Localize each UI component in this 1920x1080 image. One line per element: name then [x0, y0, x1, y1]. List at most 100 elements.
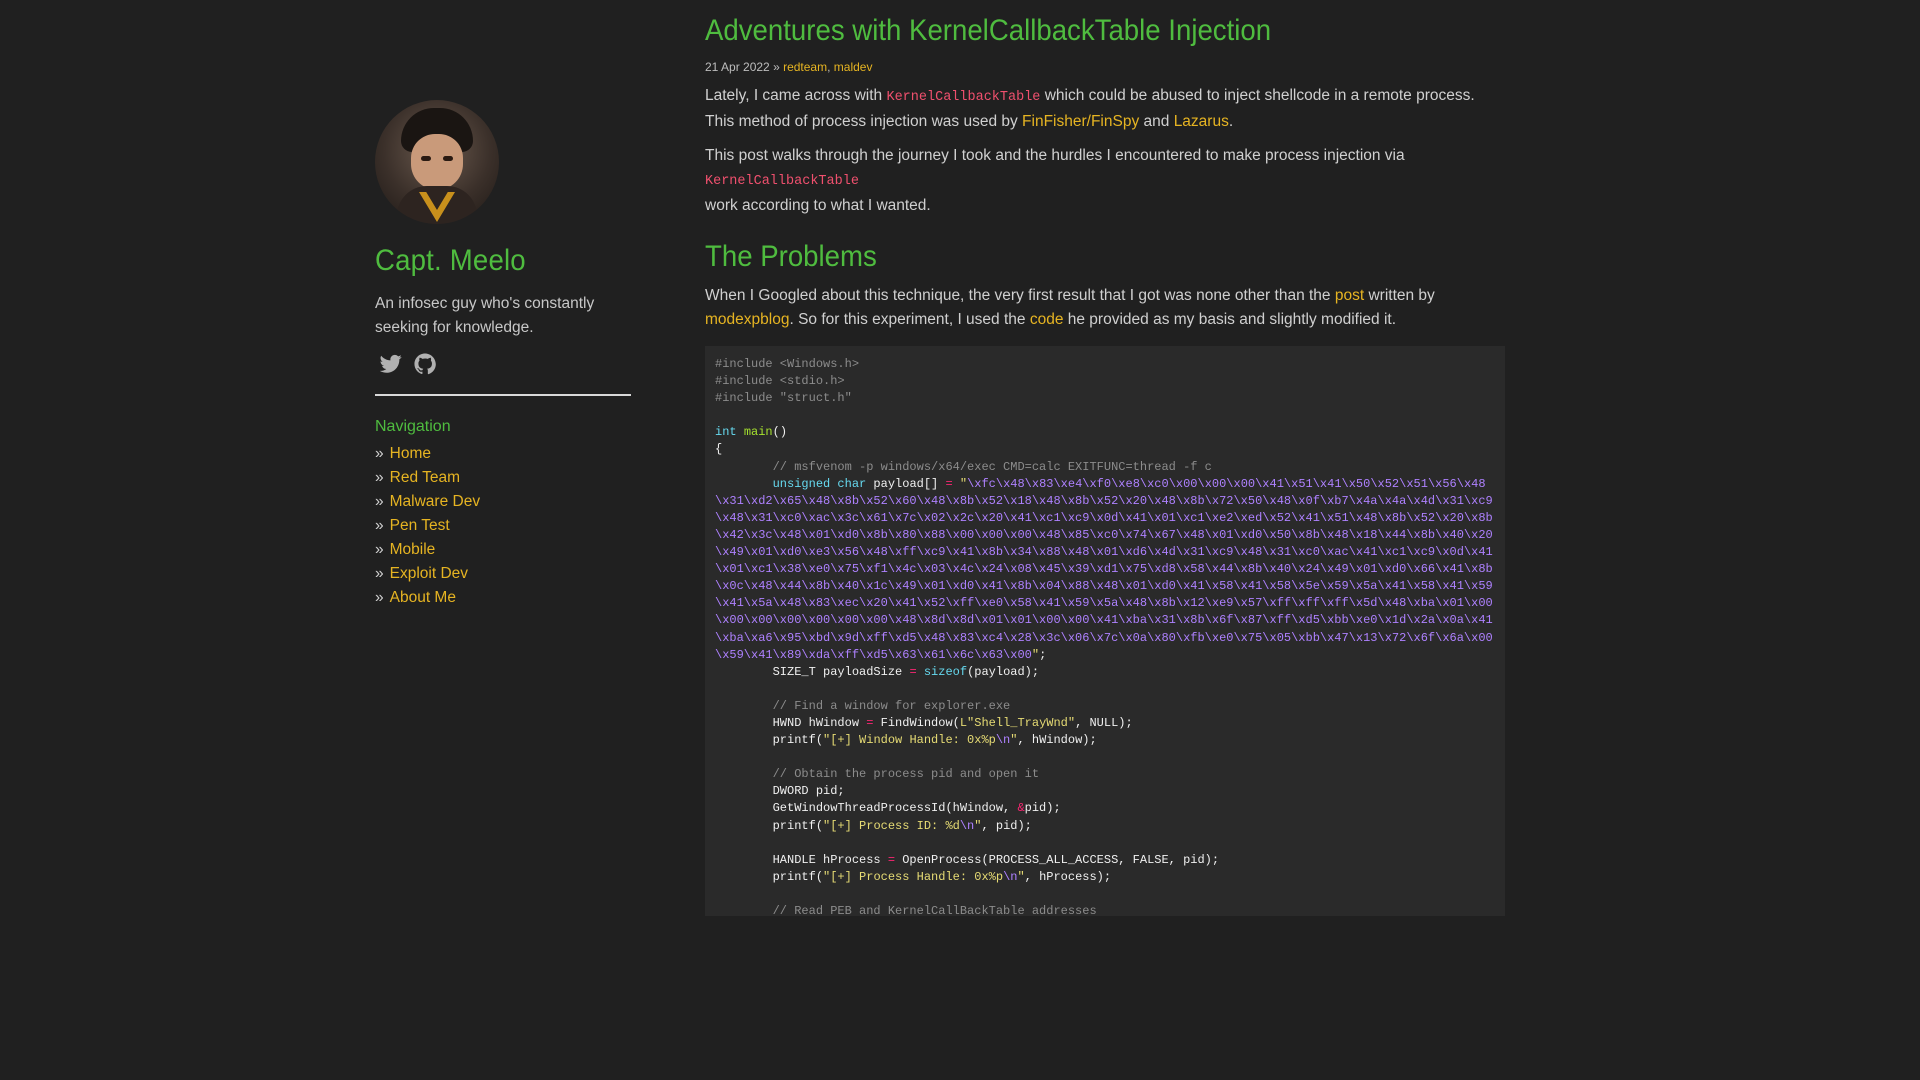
code-token: main [743, 425, 773, 440]
tag-link-redteam[interactable]: redteam [783, 60, 827, 74]
code-token: HWND hWindow [715, 715, 867, 730]
code-token: , hWindow); [1017, 733, 1097, 748]
nav-item-malware-dev: » Malware Dev [375, 493, 481, 510]
site-title[interactable]: Capt. Meelo [375, 244, 611, 278]
code-token: printf( [715, 869, 824, 884]
post-date: 21 Apr 2022 [705, 60, 770, 74]
code-block[interactable]: #include <Windows.h> #include <stdio.h> #i… [705, 346, 1505, 916]
code-token: FindWindow( [873, 715, 960, 730]
code-token: #include "struct.h" [715, 391, 852, 406]
nav-heading: Navigation [375, 418, 451, 435]
tag-link-maldev[interactable]: maldev [834, 60, 873, 74]
code-token: L"Shell_TrayWnd" [959, 715, 1076, 730]
code-line: DWORD pid; [715, 783, 1495, 800]
code-token: #include <Windows.h> [715, 357, 860, 371]
social-links [375, 352, 631, 376]
code-token: unsigned char [772, 476, 867, 491]
tagline: An infosec guy who's constantly seeking … [375, 295, 595, 336]
avatar[interactable] [375, 100, 499, 224]
nav-item-home: » Home [375, 445, 431, 462]
code-token: OpenProcess(PROCESS_ALL_ACCESS, FALSE, p… [895, 852, 1220, 867]
code-line: // Obtain the process pid and open it [715, 766, 1495, 783]
code-token: \n [1003, 869, 1018, 884]
inline-code: KernelCallbackTable [705, 174, 859, 189]
code-line: HANDLE hProcess = OpenProcess(PROCESS_AL… [715, 852, 1495, 869]
lazarus-link[interactable]: Lazarus [1174, 113, 1229, 130]
code-line: // Read PEB and KernelCallBackTable addr… [715, 903, 1495, 916]
nav-link-mobile[interactable]: Mobile [390, 541, 436, 558]
code-line: printf("[+] Process ID: %d\n", pid); [715, 818, 1495, 835]
code-token: #include <stdio.h> [715, 374, 845, 389]
code-line: SIZE_T payloadSize = sizeof(payload); [715, 664, 1495, 681]
code-line: #include <stdio.h> [715, 373, 1495, 390]
nav-item-about-me: » About Me [375, 589, 456, 606]
code-token: " [1031, 647, 1040, 662]
code-token: { [715, 442, 723, 457]
code-token: DWORD pid; [715, 784, 845, 799]
code-link[interactable]: code [1030, 311, 1064, 328]
code-token: " [959, 476, 968, 491]
code-token: payload[] [866, 476, 946, 491]
post-link[interactable]: post [1335, 287, 1364, 304]
nav-link-malware-dev[interactable]: Malware Dev [390, 493, 480, 510]
code-token: \n [959, 818, 975, 833]
sidebar-divider [375, 394, 631, 396]
code-token: sizeof [923, 664, 968, 679]
code-token: " [1017, 869, 1025, 884]
sidebar: Capt. Meelo An infosec guy who's constan… [375, 100, 631, 610]
code-token: "[+] Process ID: %d [823, 818, 960, 833]
code-token: "[+] Window Handle: 0x%p [823, 733, 996, 748]
twitter-icon[interactable] [379, 352, 403, 376]
intro-paragraph: Lately, I came across with KernelCallbac… [705, 87, 1475, 130]
modexpblog-link[interactable]: modexpblog [705, 311, 789, 328]
code-token: GetWindowThreadProcessId(hWindow, [715, 801, 1018, 816]
code-token: , pid); [981, 818, 1032, 833]
code-token: \n [995, 733, 1011, 748]
inline-code: KernelCallbackTable [886, 90, 1041, 105]
nav-list: » Home » Red Team » Malware Dev » Pen Test »… [375, 442, 631, 610]
code-line: // Find a window for explorer.exe [715, 698, 1495, 715]
code-token: ; [1039, 647, 1047, 662]
nav-link-about-me[interactable]: About Me [390, 589, 456, 606]
post-meta: 21 Apr 2022 » redteam, maldev [705, 60, 873, 74]
nav-link-exploit-dev[interactable]: Exploit Dev [390, 565, 468, 582]
nav-link-pen-test[interactable]: Pen Test [390, 517, 450, 534]
code-token: () [772, 425, 788, 440]
nav-link-red-team[interactable]: Red Team [390, 469, 460, 486]
code-token: = [909, 664, 917, 679]
github-icon[interactable] [413, 352, 437, 376]
code-line: HWND hWindow = FindWindow(L"Shell_TrayWn… [715, 715, 1495, 732]
post-content: Adventures with KernelCallbackTable Inje… [705, 14, 1505, 916]
code-token: pid); [1024, 801, 1061, 816]
code-line: { [715, 441, 1495, 458]
code-token: , hProcess); [1024, 869, 1112, 884]
code-line: printf("[+] Process Handle: 0x%p\n", hPr… [715, 869, 1495, 886]
finfisher-link[interactable]: FinFisher/FinSpy [1022, 113, 1139, 130]
code-line: // msfvenom -p windows/x64/exec CMD=calc… [715, 459, 1495, 476]
code-token: \xfc\x48\x83\xe4\xf0\xe8\xc0\x00\x00\x00… [715, 476, 1493, 662]
code-token: HANDLE hProcess [715, 852, 888, 867]
code-token: (payload); [967, 664, 1040, 679]
nav-item-red-team: » Red Team [375, 469, 460, 486]
code-line: unsigned char payload[] = "\xfc\x48\x83\… [715, 476, 1495, 664]
code-line: #include "struct.h" [715, 390, 1495, 407]
nav-item-mobile: » Mobile [375, 541, 436, 558]
post-title: Adventures with KernelCallbackTable Inje… [705, 14, 1272, 47]
code-token: = [945, 476, 953, 491]
nav-link-home[interactable]: Home [390, 445, 431, 462]
code-line: #include <Windows.h> [715, 356, 1495, 373]
code-token: // Find a window for explorer.exe [772, 698, 1011, 713]
problems-paragraph: When I Googled about this technique, the… [705, 287, 1435, 328]
code-token: // Obtain the process pid and open it [772, 767, 1040, 782]
